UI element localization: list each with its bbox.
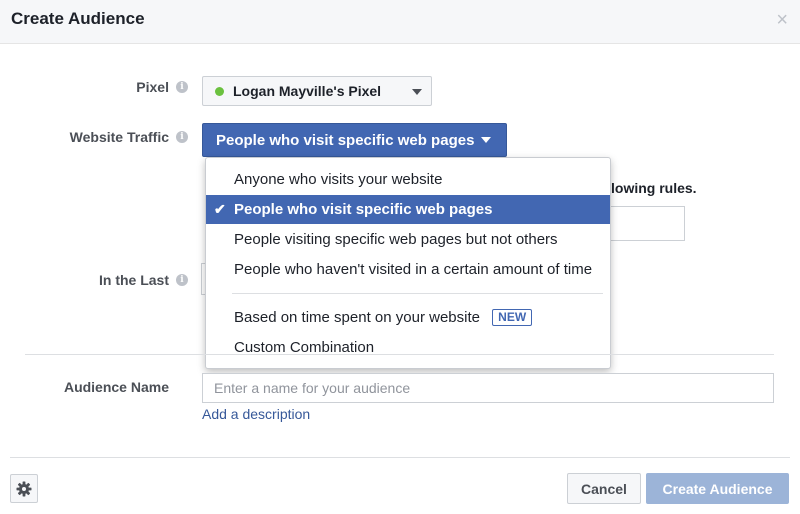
website-traffic-menu: Anyone who visits your website ✔ People … <box>205 157 611 369</box>
info-icon[interactable]: i <box>176 274 188 286</box>
website-traffic-label: Website Traffic <box>69 129 169 145</box>
menu-item-label: Based on time spent on your website <box>234 309 480 326</box>
cancel-button[interactable]: Cancel <box>567 473 641 504</box>
menu-item-label: People who haven't visited in a certain … <box>234 261 593 278</box>
in-the-last-label: In the Last <box>98 272 169 288</box>
url-rule-input[interactable] <box>600 206 685 241</box>
menu-item-specific-pages[interactable]: ✔ People who visit specific web pages <box>206 195 610 224</box>
rules-text: lowing rules. <box>611 180 697 196</box>
website-traffic-select[interactable]: People who visit specific web pages <box>202 123 507 157</box>
info-icon[interactable]: i <box>176 131 188 143</box>
audience-name-label: Audience Name <box>63 379 169 395</box>
menu-item-anyone[interactable]: Anyone who visits your website <box>206 165 610 194</box>
pixel-select[interactable]: Logan Mayville's Pixel <box>202 76 432 106</box>
menu-item-label: Anyone who visits your website <box>234 171 443 188</box>
settings-button[interactable] <box>10 474 38 503</box>
create-audience-button[interactable]: Create Audience <box>646 473 789 504</box>
menu-item-label: People who visit specific web pages <box>234 201 493 218</box>
caret-down-icon <box>481 137 492 143</box>
gear-icon <box>16 481 32 496</box>
dialog-title: Create Audience <box>11 9 145 28</box>
menu-item-label: People visiting specific web pages but n… <box>234 231 558 248</box>
check-icon: ✔ <box>214 201 226 217</box>
section-divider <box>25 354 774 355</box>
pixel-select-label: Logan Mayville's Pixel <box>233 83 382 99</box>
info-icon[interactable]: i <box>176 81 188 93</box>
new-badge: NEW <box>492 309 533 326</box>
add-description-link[interactable]: Add a description <box>202 406 310 422</box>
menu-separator <box>232 293 603 294</box>
menu-item-not-visited[interactable]: People who haven't visited in a certain … <box>206 255 610 284</box>
pixel-label: Pixel <box>136 79 169 95</box>
pixel-status-dot <box>215 86 224 96</box>
website-traffic-select-label: People who visit specific web pages <box>216 131 475 149</box>
footer-divider <box>10 457 790 458</box>
close-icon[interactable]: × <box>776 10 788 30</box>
menu-item-specific-not-others[interactable]: People visiting specific web pages but n… <box>206 225 610 254</box>
dialog-header: Create Audience × <box>0 0 800 44</box>
menu-item-time-spent[interactable]: Based on time spent on your website NEW <box>206 303 610 332</box>
caret-down-icon <box>412 89 422 95</box>
audience-name-input[interactable] <box>202 373 774 403</box>
menu-item-custom-combination[interactable]: Custom Combination <box>206 333 610 362</box>
